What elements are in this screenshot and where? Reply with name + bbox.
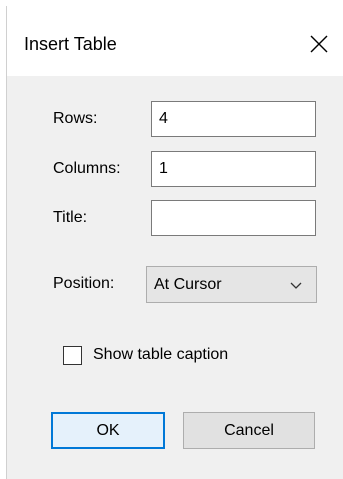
dialog-title: Insert Table <box>24 34 117 54</box>
title-bar: Insert Table <box>7 6 343 76</box>
position-select[interactable]: At Cursor <box>146 266 317 303</box>
position-label: Position: <box>53 275 115 292</box>
title-input[interactable] <box>151 200 316 236</box>
show-caption-label: Show table caption <box>93 346 229 363</box>
cancel-button[interactable]: Cancel <box>183 412 315 449</box>
chevron-down-icon <box>290 282 302 289</box>
insert-table-dialog: Insert Table Rows: Columns: Title: Posit… <box>6 6 343 479</box>
columns-label: Columns: <box>53 160 121 177</box>
close-icon <box>310 35 328 53</box>
columns-input[interactable] <box>151 151 316 187</box>
close-button[interactable] <box>301 26 337 62</box>
rows-input[interactable] <box>151 101 316 137</box>
title-label: Title: <box>53 209 88 226</box>
position-select-value: At Cursor <box>154 276 222 293</box>
ok-button[interactable]: OK <box>51 412 165 449</box>
show-caption-checkbox[interactable] <box>63 346 82 365</box>
rows-label: Rows: <box>53 110 98 127</box>
